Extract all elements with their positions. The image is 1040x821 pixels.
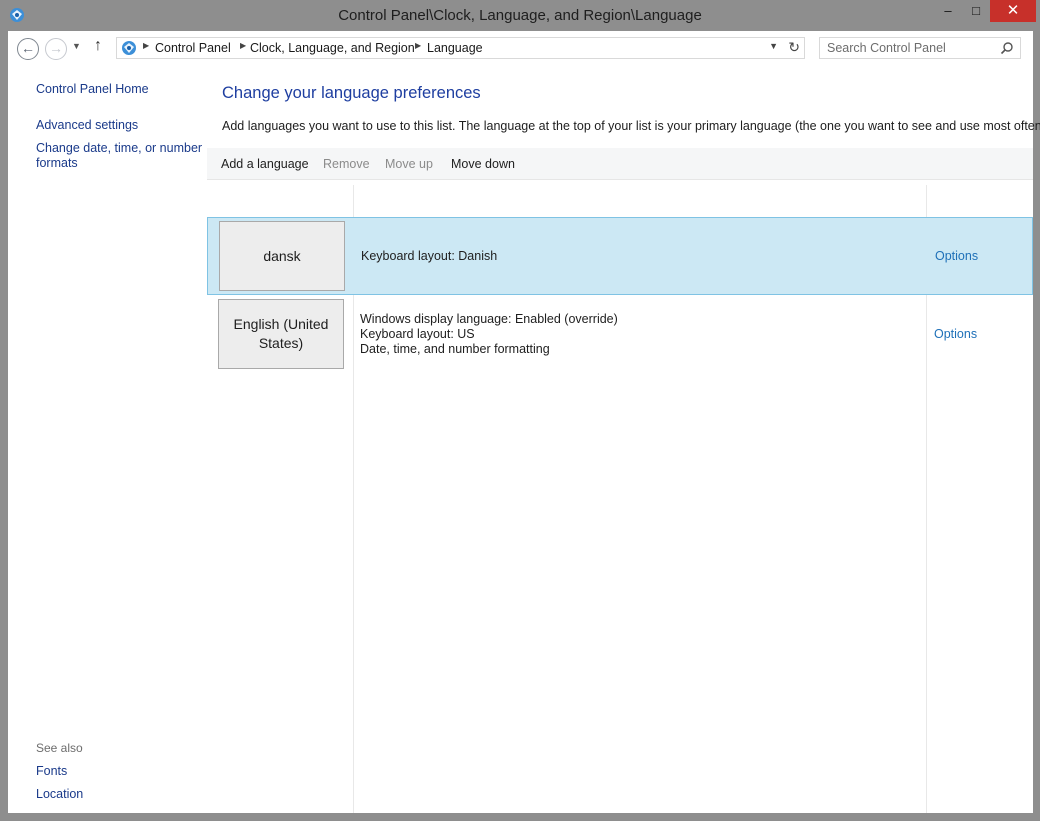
page-title: Change your language preferences (222, 84, 481, 102)
search-input[interactable]: Search Control Panel (819, 37, 1021, 59)
breadcrumb-language[interactable]: Language (427, 41, 483, 55)
minimize-button[interactable]: – (934, 0, 962, 22)
chevron-down-icon[interactable]: ▼ (769, 41, 778, 51)
search-placeholder: Search Control Panel (827, 41, 946, 55)
breadcrumb-separator-icon[interactable]: ▶ (415, 41, 421, 50)
main-content: Change your language preferences Add lan… (207, 65, 1040, 813)
title-bar[interactable]: Control Panel\Clock, Language, and Regio… (0, 0, 1040, 31)
navigation-bar: ← → ▼ ↑ ▶ Control Panel ▶ Clock, Languag… (8, 31, 1033, 65)
window-title: Control Panel\Clock, Language, and Regio… (338, 7, 702, 24)
breadcrumb-control-panel[interactable]: Control Panel (155, 41, 231, 55)
remove-button[interactable]: Remove (323, 157, 370, 171)
language-detail-line: Keyboard layout: Danish (361, 249, 498, 263)
move-up-button[interactable]: Move up (385, 157, 433, 171)
search-icon[interactable] (1000, 41, 1014, 55)
language-row-dansk[interactable]: dansk Keyboard layout: Danish Options (207, 217, 1033, 295)
language-detail-line: Keyboard layout: US (360, 327, 475, 341)
change-date-time-formats-link[interactable]: Change date, time, or number formats (36, 141, 204, 171)
language-detail-line: Date, time, and number formatting (360, 342, 550, 356)
fonts-link[interactable]: Fonts (36, 764, 67, 779)
control-panel-home-link[interactable]: Control Panel Home (36, 82, 149, 97)
language-row-english[interactable]: English (United States) Windows display … (207, 296, 1033, 374)
maximize-button[interactable]: □ (962, 0, 990, 22)
language-tile[interactable]: English (United States) (218, 299, 344, 369)
refresh-icon[interactable]: ↻ (788, 39, 800, 56)
advanced-settings-link[interactable]: Advanced settings (36, 118, 138, 133)
up-button[interactable]: ↑ (94, 37, 102, 55)
language-detail-line: Windows display language: Enabled (overr… (360, 312, 618, 326)
see-also-label: See also (36, 741, 83, 755)
language-toolbar: Add a language Remove Move up Move down (207, 148, 1033, 180)
back-button[interactable]: ← (17, 38, 39, 60)
breadcrumb-separator-icon[interactable]: ▶ (143, 41, 149, 50)
recent-locations-dropdown[interactable]: ▼ (72, 41, 81, 51)
close-button[interactable]: ✕ (990, 0, 1036, 22)
language-tile[interactable]: dansk (219, 221, 345, 291)
window-client: ← → ▼ ↑ ▶ Control Panel ▶ Clock, Languag… (8, 31, 1040, 813)
move-down-button[interactable]: Move down (451, 157, 515, 171)
control-panel-window: Control Panel\Clock, Language, and Regio… (0, 0, 1040, 821)
options-link[interactable]: Options (934, 327, 977, 341)
forward-button[interactable]: → (45, 38, 67, 60)
address-bar[interactable]: ▶ Control Panel ▶ Clock, Language, and R… (116, 37, 805, 59)
control-panel-icon (122, 41, 136, 55)
location-link[interactable]: Location (36, 787, 83, 802)
add-language-button[interactable]: Add a language (221, 157, 309, 171)
language-list: dansk Keyboard layout: Danish Options En… (207, 185, 1033, 813)
options-link[interactable]: Options (935, 249, 978, 263)
page-description: Add languages you want to use to this li… (222, 119, 1040, 133)
breadcrumb-separator-icon[interactable]: ▶ (240, 41, 246, 50)
language-details: Windows display language: Enabled (overr… (360, 312, 618, 357)
language-details: Keyboard layout: Danish (361, 249, 497, 264)
task-pane: Control Panel Home Advanced settings Cha… (8, 65, 206, 813)
breadcrumb-clock-language-region[interactable]: Clock, Language, and Region (250, 41, 415, 55)
